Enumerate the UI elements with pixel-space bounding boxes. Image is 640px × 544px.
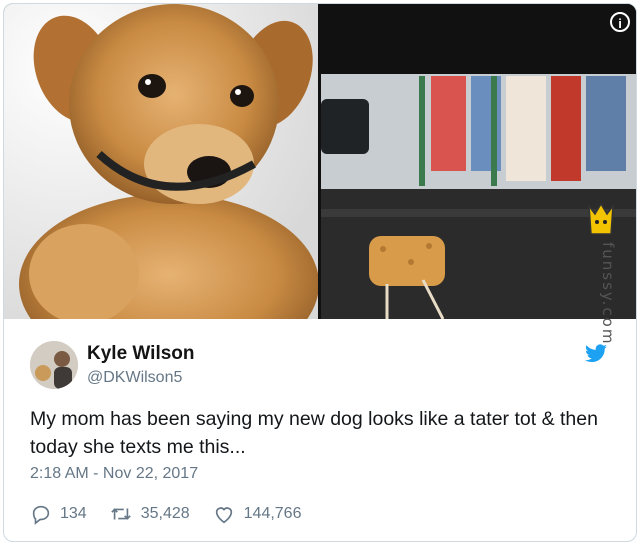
info-icon[interactable]: i [610, 12, 630, 32]
retweet-count: 35,428 [140, 505, 190, 522]
like-button[interactable]: 144,766 [212, 503, 302, 525]
tweet-card: i Kyle Wilson @DKWilson5 My mom has been… [3, 3, 637, 542]
watermark-text: funssy.com [599, 242, 617, 346]
puppy-photo[interactable] [4, 4, 318, 319]
tweet-body: Kyle Wilson @DKWilson5 My mom has been s… [4, 319, 636, 541]
tweet-text: My mom has been saying my new dog looks … [30, 408, 598, 458]
reply-count: 134 [60, 505, 87, 522]
avatar[interactable] [30, 341, 78, 389]
retweet-icon [110, 508, 131, 520]
tweet-timestamp[interactable]: 2:18 AM - Nov 22, 2017 [30, 465, 198, 483]
display-name[interactable]: Kyle Wilson [87, 343, 195, 365]
funssy-logo-icon [588, 202, 614, 235]
retweet-button[interactable]: 35,428 [109, 503, 190, 525]
tweet-media[interactable]: i [4, 4, 636, 319]
heart-icon [215, 507, 232, 524]
user-handle[interactable]: @DKWilson5 [87, 369, 182, 387]
tweet-actions: 134 35,428 144,766 [30, 503, 323, 525]
reply-icon [32, 505, 50, 525]
puppy-illustration [4, 4, 318, 319]
reply-button[interactable]: 134 [30, 503, 87, 525]
funssy-watermark: funssy.com [585, 200, 617, 346]
like-count: 144,766 [243, 505, 302, 522]
avatar-image [30, 341, 78, 389]
